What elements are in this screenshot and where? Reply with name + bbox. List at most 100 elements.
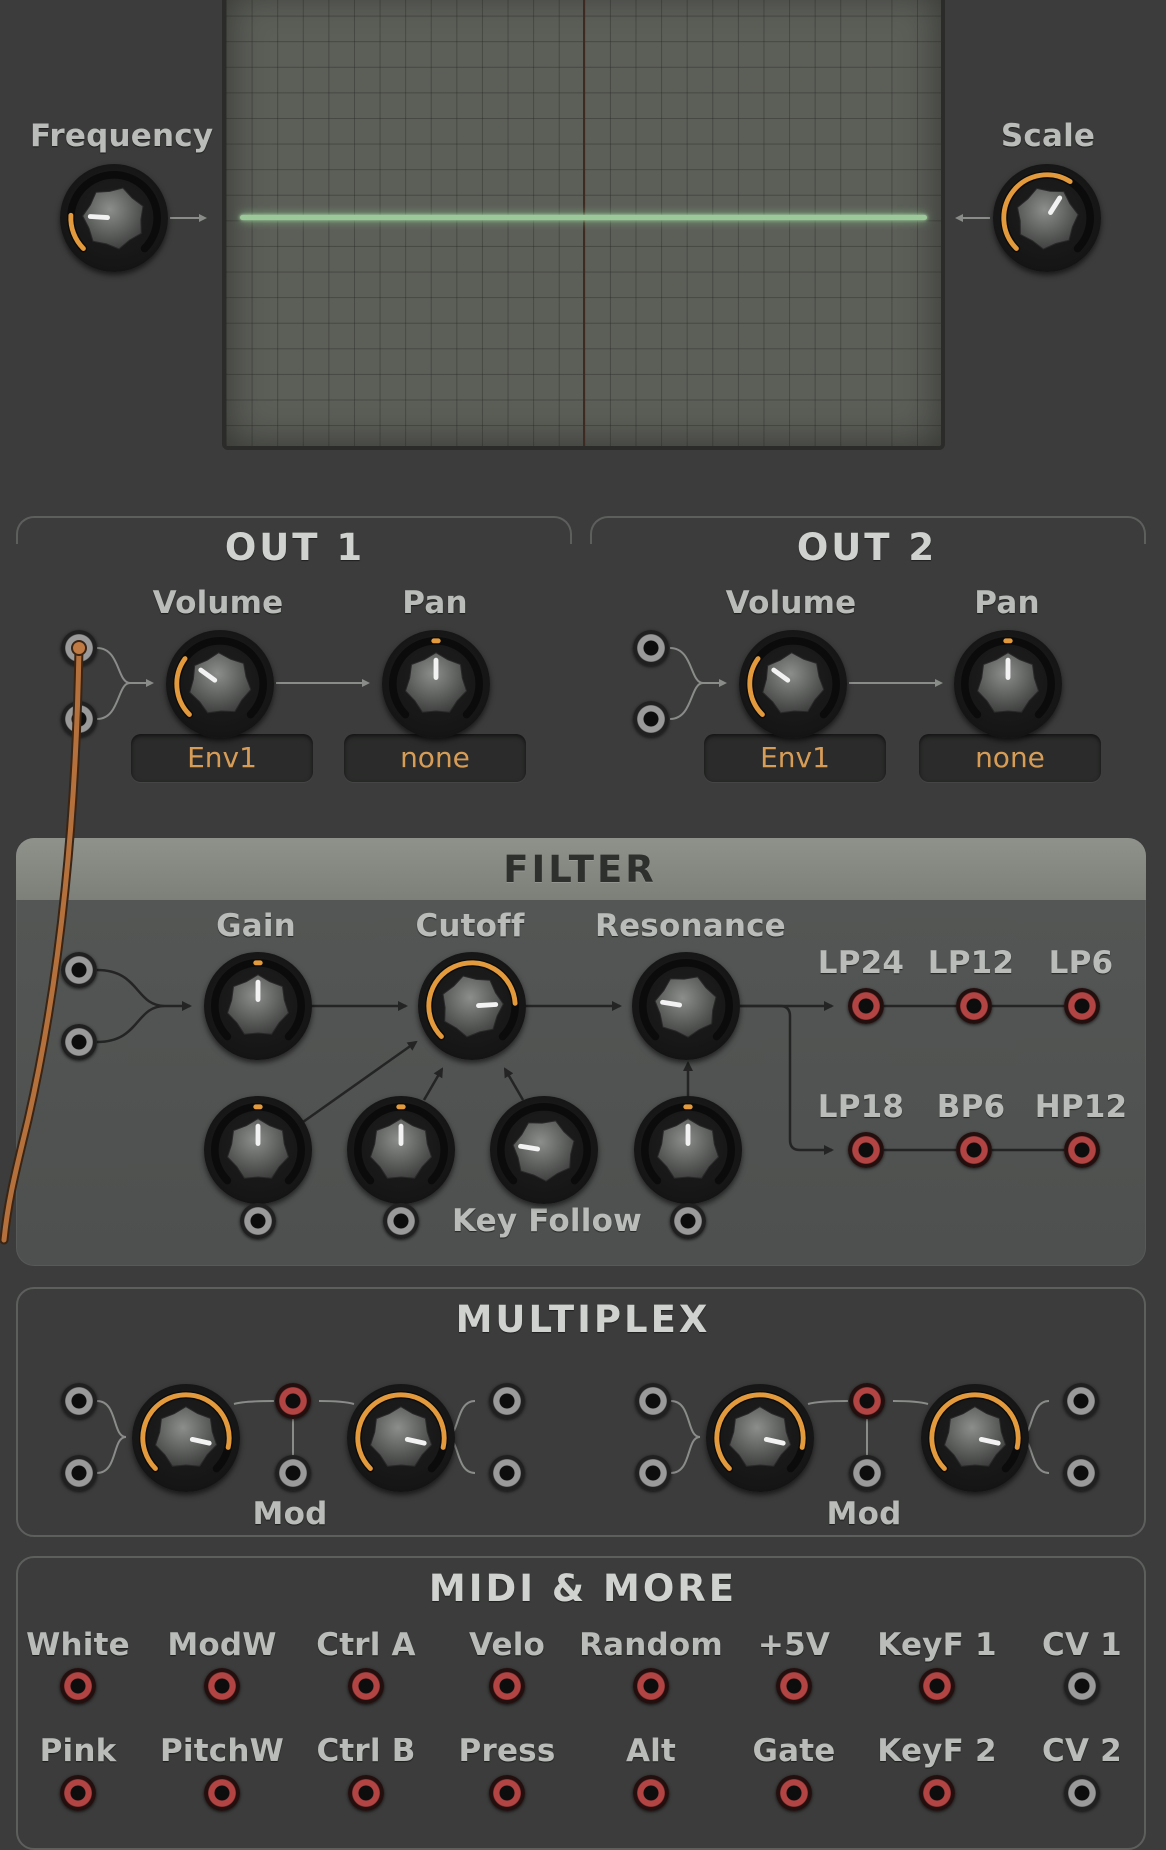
multiplex2-input-jack-1[interactable]	[635, 1383, 671, 1419]
lp18-output-jack[interactable]	[848, 1132, 884, 1168]
filter-mod-jack-1[interactable]	[240, 1203, 276, 1239]
filter-mod-knob-1[interactable]	[204, 1096, 312, 1204]
midi-label-modw: ModW	[167, 1627, 277, 1663]
hp12-output-jack[interactable]	[1064, 1132, 1100, 1168]
out1-input-jack-1[interactable]	[61, 630, 97, 666]
multiplex2-mod-out-jack[interactable]	[849, 1383, 885, 1419]
cutoff-knob[interactable]	[418, 952, 526, 1060]
multiplex-knob-4[interactable]	[921, 1384, 1029, 1492]
filter-mod-jack-4[interactable]	[670, 1203, 706, 1239]
oscilloscope-display	[222, 0, 945, 450]
multiplex-knob-1[interactable]	[132, 1384, 240, 1492]
multiplex2-input-jack-2[interactable]	[635, 1455, 671, 1491]
out2-title: OUT 2	[796, 526, 938, 569]
scope-trace	[240, 215, 927, 220]
out1-volume-label: Volume	[152, 585, 284, 621]
multiplex1-mod-out-jack[interactable]	[275, 1383, 311, 1419]
out2-volume-knob[interactable]	[739, 630, 847, 738]
keyf2-jack[interactable]	[919, 1775, 955, 1811]
alt-jack[interactable]	[633, 1775, 669, 1811]
scale-label: Scale	[1000, 118, 1096, 154]
midi-label-cv1: CV 1	[1042, 1627, 1122, 1663]
midi-label-pitchw: PitchW	[159, 1733, 284, 1769]
resonance-knob[interactable]	[632, 952, 740, 1060]
pink-noise-jack[interactable]	[60, 1775, 96, 1811]
bp6-label: BP6	[936, 1089, 1006, 1125]
multiplex2-output-jack-2[interactable]	[1063, 1455, 1099, 1491]
midi-label-velo: Velo	[468, 1627, 546, 1663]
cv1-jack[interactable]	[1064, 1668, 1100, 1704]
multiplex-knob-2[interactable]	[347, 1384, 455, 1492]
gate-jack[interactable]	[776, 1775, 812, 1811]
out2-pan-label: Pan	[974, 585, 1040, 621]
midi-label-press: Press	[458, 1733, 556, 1769]
multiplex1-input-jack-1[interactable]	[61, 1383, 97, 1419]
midi-label-keyf1: KeyF 1	[877, 1627, 997, 1663]
multiplex1-output-jack-2[interactable]	[489, 1455, 525, 1491]
multiplex-title: MULTIPLEX	[455, 1298, 711, 1341]
filter-mod-jack-2[interactable]	[383, 1203, 419, 1239]
hp12-label: HP12	[1034, 1089, 1128, 1125]
scale-knob[interactable]	[993, 164, 1101, 272]
cv2-jack[interactable]	[1064, 1775, 1100, 1811]
lp18-label: LP18	[817, 1089, 905, 1125]
white-noise-jack[interactable]	[60, 1668, 96, 1704]
multiplex-knob-3[interactable]	[706, 1384, 814, 1492]
multiplex1-mod-in-jack[interactable]	[275, 1455, 311, 1491]
key-follow-label: Key Follow	[452, 1203, 642, 1239]
out1-volume-knob[interactable]	[166, 630, 274, 738]
multiplex-mod-label-1: Mod	[252, 1496, 328, 1532]
midi-label-alt: Alt	[625, 1733, 677, 1769]
pitchwheel-jack[interactable]	[204, 1775, 240, 1811]
out1-pan-knob[interactable]	[382, 630, 490, 738]
bp6-output-jack[interactable]	[956, 1132, 992, 1168]
filter-title: FILTER	[503, 848, 657, 891]
frequency-knob[interactable]	[60, 164, 168, 272]
velocity-jack[interactable]	[489, 1668, 525, 1704]
gain-knob[interactable]	[204, 952, 312, 1060]
midi-label-plus5v: +5V	[757, 1627, 831, 1663]
filter-input-jack-2[interactable]	[61, 1024, 97, 1060]
out2-volume-mod-select[interactable]: Env1	[704, 734, 886, 782]
random-jack[interactable]	[633, 1668, 669, 1704]
key-follow-knob[interactable]	[490, 1096, 598, 1204]
multiplex1-output-jack-1[interactable]	[489, 1383, 525, 1419]
out2-input-jack-2[interactable]	[633, 701, 669, 737]
gain-label: Gain	[216, 908, 296, 944]
midi-label-white: White	[26, 1627, 130, 1663]
multiplex2-mod-in-jack[interactable]	[849, 1455, 885, 1491]
frequency-label: Frequency	[30, 118, 214, 154]
filter-mod-knob-2[interactable]	[347, 1096, 455, 1204]
multiplex1-input-jack-2[interactable]	[61, 1455, 97, 1491]
out2-input-jack-1[interactable]	[633, 630, 669, 666]
midi-label-keyf2: KeyF 2	[877, 1733, 997, 1769]
ctrl-b-jack[interactable]	[348, 1775, 384, 1811]
midi-label-ctrl-a: Ctrl A	[316, 1627, 416, 1663]
pressure-jack[interactable]	[489, 1775, 525, 1811]
lp24-label: LP24	[817, 945, 905, 981]
lp24-output-jack[interactable]	[848, 988, 884, 1024]
midi-label-cv2: CV 2	[1042, 1733, 1122, 1769]
multiplex2-output-jack-1[interactable]	[1063, 1383, 1099, 1419]
ctrl-a-jack[interactable]	[348, 1668, 384, 1704]
midi-label-random: Random	[579, 1627, 723, 1663]
out2-pan-knob[interactable]	[954, 630, 1062, 738]
plus5v-jack[interactable]	[776, 1668, 812, 1704]
out1-input-jack-2[interactable]	[61, 701, 97, 737]
midi-label-gate: Gate	[752, 1733, 836, 1769]
keyf1-jack[interactable]	[919, 1668, 955, 1704]
multiplex-mod-label-2: Mod	[826, 1496, 902, 1532]
out1-volume-mod-select[interactable]: Env1	[131, 734, 313, 782]
filter-mod-knob-4[interactable]	[634, 1096, 742, 1204]
lp6-output-jack[interactable]	[1064, 988, 1100, 1024]
out2-pan-mod-select[interactable]: none	[919, 734, 1101, 782]
filter-input-jack-1[interactable]	[61, 952, 97, 988]
lp12-label: LP12	[927, 945, 1015, 981]
modwheel-jack[interactable]	[204, 1668, 240, 1704]
lp12-output-jack[interactable]	[956, 988, 992, 1024]
midi-label-ctrl-b: Ctrl B	[316, 1733, 416, 1769]
lp6-label: LP6	[1048, 945, 1114, 981]
resonance-label: Resonance	[595, 908, 786, 944]
out1-pan-mod-select[interactable]: none	[344, 734, 526, 782]
scope-center-line	[583, 0, 585, 446]
